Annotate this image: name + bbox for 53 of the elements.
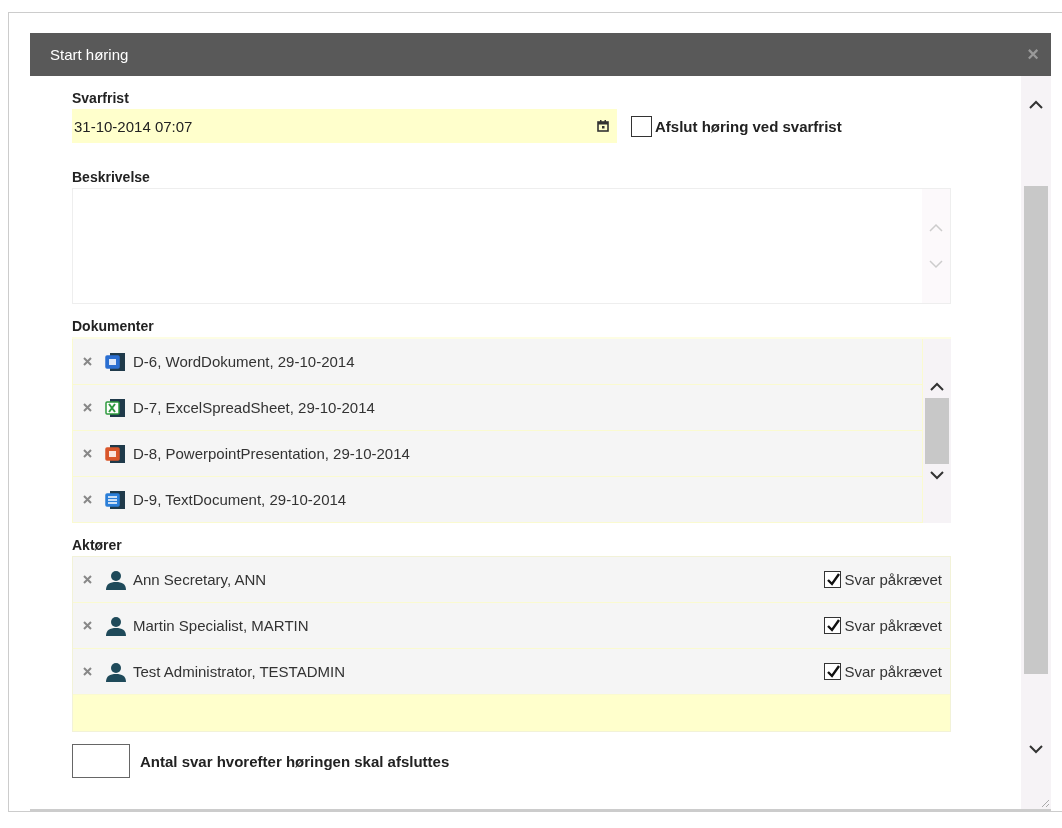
document-row[interactable]: D-9, TextDocument, 29-10-2014 <box>72 477 923 523</box>
scroll-down-icon[interactable] <box>1028 744 1044 754</box>
actor-row[interactable]: Test Administrator, TESTADMIN Svar påkrævet <box>73 649 950 695</box>
dialog-title: Start høring <box>50 46 129 63</box>
scroll-up-icon[interactable] <box>930 382 944 392</box>
scroll-down-icon[interactable] <box>930 470 944 480</box>
remove-icon[interactable] <box>83 495 92 504</box>
document-name: D-8, PowerpointPresentation, 29-10-2014 <box>133 445 410 462</box>
section-label: Dokumenter <box>72 318 155 334</box>
document-icon <box>105 489 127 510</box>
remove-icon[interactable] <box>83 575 92 584</box>
remove-icon[interactable] <box>83 449 92 458</box>
checkbox[interactable] <box>824 571 842 588</box>
checkbox-label: Afslut høring ved svarfrist <box>655 117 842 135</box>
remove-icon[interactable] <box>83 667 92 676</box>
field-label: Svarfrist <box>72 90 130 106</box>
actor-row[interactable]: Ann Secretary, ANN Svar påkrævet <box>73 557 950 603</box>
date-field[interactable]: 31-10-2014 07:07 <box>72 109 617 143</box>
checkbox[interactable] <box>631 115 652 137</box>
checkbox-label: Svar påkrævet <box>844 663 942 680</box>
scrollbar-thumb[interactable] <box>925 398 949 464</box>
actor-row[interactable]: Martin Specialist, MARTIN Svar påkrævet <box>73 603 950 649</box>
checkbox[interactable] <box>824 617 842 634</box>
remove-icon[interactable] <box>83 621 92 630</box>
document-row[interactable]: D-7, ExcelSpreadSheet, 29-10-2014 <box>72 385 923 431</box>
section-label: Aktører <box>72 537 123 553</box>
document-icon <box>105 351 127 372</box>
checkbox-label: Svar påkrævet <box>844 617 942 634</box>
person-icon <box>105 569 127 590</box>
actor-name: Martin Specialist, MARTIN <box>133 617 310 634</box>
document-name: D-9, TextDocument, 29-10-2014 <box>133 491 347 508</box>
calendar-icon[interactable] <box>597 120 609 132</box>
document-icon <box>105 443 127 464</box>
actor-name: Test Administrator, TESTADMIN <box>133 663 346 680</box>
field-label: Beskrivelse <box>72 169 151 185</box>
number-field[interactable] <box>72 744 130 778</box>
field-label: Antal svar hvorefter høringen skal afsluttes <box>140 752 450 770</box>
document-row[interactable]: D-8, PowerpointPresentation, 29-10-2014 <box>72 431 923 477</box>
person-icon <box>105 661 127 682</box>
document-name: D-7, ExcelSpreadSheet, 29-10-2014 <box>133 399 375 416</box>
remove-icon[interactable] <box>83 357 92 366</box>
checkbox-label: Svar påkrævet <box>844 571 942 588</box>
document-name: D-6, WordDokument, 29-10-2014 <box>133 353 355 370</box>
scroll-up-icon[interactable] <box>1028 100 1044 110</box>
remove-icon[interactable] <box>83 403 92 412</box>
scrollbar-thumb[interactable] <box>1024 186 1048 674</box>
actor-name: Ann Secretary, ANN <box>133 571 268 588</box>
document-row[interactable]: D-6, WordDokument, 29-10-2014 <box>72 339 923 385</box>
person-icon <box>105 615 127 636</box>
resize-grip-icon[interactable] <box>1041 799 1049 807</box>
description-field[interactable] <box>72 188 951 304</box>
checkbox[interactable] <box>824 663 842 680</box>
document-icon <box>105 397 127 418</box>
